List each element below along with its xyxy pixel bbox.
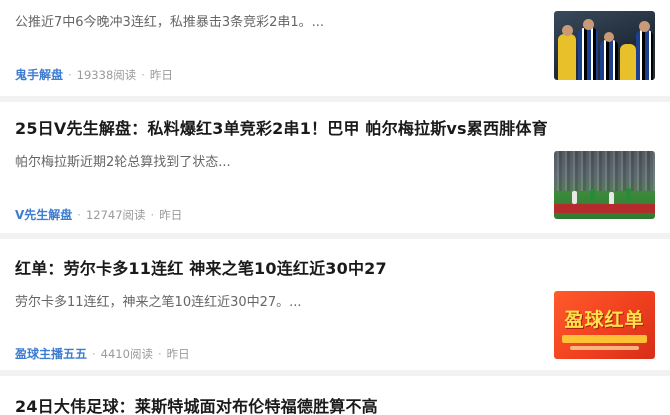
player-head: [583, 19, 594, 30]
player-head: [604, 32, 614, 42]
article-card[interactable]: 24日大伟足球：莱斯特城面对布伦特福德胜算不高: [0, 376, 670, 415]
ad-board: [554, 204, 655, 213]
stadium-crowd: [554, 151, 655, 191]
article-author[interactable]: V先生解盘: [15, 206, 72, 223]
article-thumbnail[interactable]: [554, 11, 655, 80]
promo-strip: [570, 346, 639, 350]
article-author[interactable]: 盈球主播五五: [15, 345, 87, 362]
player-head: [562, 25, 573, 36]
promo-strip: [562, 335, 647, 343]
article-meta: V先生解盘 · 12747阅读 · 昨日: [15, 206, 182, 223]
article-title[interactable]: 24日大伟足球：莱斯特城面对布伦特福德胜算不高: [15, 393, 378, 415]
article-card[interactable]: 公推近7中6今晚冲3连红，私推暴击3条竞彩2串1。... 鬼手解盘 · 1933…: [0, 0, 670, 96]
article-summary: 劳尔卡多11连红，神来之笔10连红近30中27。...: [15, 295, 302, 310]
article-card[interactable]: 红单：劳尔卡多11连红 神来之笔10连红近30中27 劳尔卡多11连红，神来之笔…: [0, 239, 670, 370]
player-figure: [578, 28, 598, 80]
meta-separator: ·: [92, 346, 96, 361]
player-figure: [572, 191, 577, 204]
article-title[interactable]: 红单：劳尔卡多11连红 神来之笔10连红近30中27: [15, 255, 387, 279]
meta-separator: ·: [157, 346, 162, 361]
article-feed: 公推近7中6今晚冲3连红，私推暴击3条竞彩2串1。... 鬼手解盘 · 1933…: [0, 0, 670, 415]
meta-separator: ·: [77, 207, 81, 222]
player-figure: [636, 30, 653, 80]
article-title[interactable]: 25日V先生解盘：私料爆红3单竞彩2串1！巴甲 帕尔梅拉斯vs累西腓体育: [15, 115, 548, 139]
article-summary: 帕尔梅拉斯近期2轮总算找到了状态...: [15, 155, 231, 170]
player-figure: [558, 34, 576, 80]
article-time: 昨日: [149, 67, 173, 82]
player-figure: [626, 188, 631, 201]
article-thumbnail[interactable]: [554, 151, 655, 219]
meta-separator: ·: [141, 67, 145, 82]
promo-title: 盈球红单: [564, 309, 645, 331]
meta-separator: ·: [150, 207, 155, 222]
article-meta: 鬼手解盘 · 19338阅读 · 昨日: [15, 66, 173, 83]
article-reads: 4410阅读: [100, 346, 153, 361]
article-author[interactable]: 鬼手解盘: [15, 66, 63, 83]
article-time: 昨日: [159, 207, 183, 222]
article-time: 昨日: [166, 346, 190, 361]
player-head: [639, 21, 650, 32]
article-meta: 盈球主播五五 · 4410阅读 · 昨日: [15, 345, 190, 362]
article-reads: 19338阅读: [76, 67, 137, 82]
player-figure: [620, 44, 636, 80]
article-summary: 公推近7中6今晚冲3连红，私推暴击3条竞彩2串1。...: [15, 15, 325, 30]
player-figure: [590, 189, 595, 202]
player-figure: [600, 40, 618, 80]
meta-separator: ·: [68, 67, 72, 82]
article-reads: 12747阅读: [85, 207, 146, 222]
article-thumbnail[interactable]: 盈球红单: [554, 291, 655, 359]
article-card[interactable]: 25日V先生解盘：私料爆红3单竞彩2串1！巴甲 帕尔梅拉斯vs累西腓体育 帕尔梅…: [0, 102, 670, 233]
